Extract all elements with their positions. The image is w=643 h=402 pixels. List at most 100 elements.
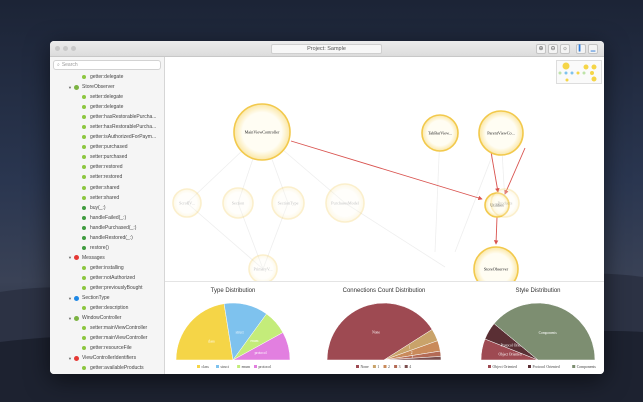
tree-item[interactable]: getter:notAuthorized	[50, 273, 164, 283]
type-slice-label: class	[208, 339, 216, 343]
tree-item[interactable]: handlePurchased(_:)	[50, 223, 164, 233]
graph-minimap[interactable]	[556, 60, 602, 84]
toolbar: ⊕ ⊖ ☼ ▍ ▁	[536, 44, 598, 54]
graph-node-primary[interactable]: PrimaryV...	[248, 254, 278, 284]
tree-item[interactable]: getter:hasRestorablePurcha...	[50, 112, 164, 122]
symbol-tree[interactable]: getter:delegate ▼ StoreObserver setter:dele…	[50, 72, 164, 373]
tree-item[interactable]: setter:delegate	[50, 92, 164, 102]
tree-item-label: handleFailed(_:)	[90, 214, 127, 221]
legend-swatch	[254, 365, 257, 368]
tree-item[interactable]: setter:mainViewController	[50, 323, 164, 333]
graph-node-products[interactable]: Products	[490, 188, 520, 218]
tree-item[interactable]: setter:shared	[50, 193, 164, 203]
graph-node-store[interactable]: StoreObserver	[473, 246, 519, 292]
tree-item[interactable]: setter:restored	[50, 172, 164, 182]
style-slice-label: Components	[539, 331, 558, 335]
member-icon	[82, 225, 86, 230]
tree-group[interactable]: ▼ WindowController	[50, 313, 164, 323]
member-icon	[82, 346, 86, 351]
minimize-window-button[interactable]	[63, 46, 68, 51]
node-label: TabBarView...	[428, 131, 452, 136]
legend-label: Components	[577, 365, 597, 369]
graph-node-purchases[interactable]: PurchasesModel	[325, 183, 365, 223]
tree-item-label: StoreObserver	[82, 84, 115, 91]
tree-item[interactable]: getter:delegate	[50, 72, 164, 82]
member-icon	[82, 95, 86, 100]
tree-item[interactable]: getter:delegate	[50, 102, 164, 112]
tree-group[interactable]: ▼ Messages	[50, 253, 164, 263]
member-icon	[82, 145, 86, 150]
tree-item-label: getter:delegate	[90, 104, 124, 111]
tree-item[interactable]: handleFailed(_:)	[50, 213, 164, 223]
close-window-button[interactable]	[55, 46, 60, 51]
tree-item[interactable]: getter:installing	[50, 263, 164, 273]
tree-group[interactable]: ▼ ViewControllerIdentifiers	[50, 353, 164, 363]
window-controls[interactable]	[55, 46, 76, 51]
connections-chart-title: Connections Count Distribution	[343, 288, 426, 294]
legend-label: 4	[409, 365, 411, 369]
tree-item-label: getter:mainViewController	[90, 335, 148, 342]
search-field[interactable]: ⌕ Search	[53, 60, 161, 70]
graph-canvas[interactable]: MainViewController TabBarView... ParentVie…	[165, 57, 604, 292]
tree-group[interactable]: ▼ SectionType	[50, 293, 164, 303]
tree-item[interactable]: setter:hasRestorablePurcha...	[50, 122, 164, 132]
tree-item[interactable]: getter:previouslyBought	[50, 283, 164, 293]
legend-label: None	[361, 365, 370, 369]
tree-item-label: getter:delegate	[90, 74, 124, 81]
tree-item[interactable]: getter:resourceFile	[50, 343, 164, 353]
tree-item[interactable]: getter:restored	[50, 162, 164, 172]
tree-item[interactable]: getter:shared	[50, 183, 164, 193]
member-icon	[82, 165, 86, 170]
tree-item[interactable]: getter:availableProducts	[50, 363, 164, 373]
toggle-bottom-panel-button[interactable]: ▁	[588, 44, 598, 54]
member-icon	[82, 205, 86, 210]
graph-node-section[interactable]: Section	[222, 187, 254, 219]
tree-group[interactable]: ▼ StoreObserver	[50, 82, 164, 92]
tree-item[interactable]: getter:purchased	[50, 142, 164, 152]
tree-item[interactable]: buy(_:)	[50, 203, 164, 213]
graph-node-scrollv[interactable]: ScrollV...	[172, 188, 202, 218]
member-icon	[82, 75, 86, 80]
graph-nodes[interactable]: MainViewController TabBarView... ParentVie…	[172, 103, 524, 292]
app-window: Project: Sample ⊕ ⊖ ☼ ▍ ▁ ⌕ Search gette…	[50, 41, 604, 374]
legend-label: protocol	[259, 365, 272, 369]
tree-item-label: setter:delegate	[90, 94, 124, 101]
legend-label: class	[202, 365, 210, 369]
zoom-window-button[interactable]	[71, 46, 76, 51]
legend-label: 3	[399, 365, 401, 369]
toggle-sidebar-button[interactable]: ▍	[576, 44, 586, 54]
tree-item[interactable]: getter:mainViewController	[50, 333, 164, 343]
node-label: PrimaryV...	[253, 267, 272, 272]
dependency-graph[interactable]: MainViewController TabBarView... ParentVie…	[165, 57, 604, 292]
node-label: Section	[232, 201, 245, 206]
tree-item-label: WindowController	[82, 315, 122, 322]
connections-slice-label: 1	[409, 345, 411, 349]
tree-item-label: handlePurchased(_:)	[90, 224, 137, 231]
title-bar: Project: Sample ⊕ ⊖ ☼ ▍ ▁	[50, 41, 604, 57]
graph-node-parent[interactable]: ParentViewCo...	[478, 110, 524, 156]
tree-item[interactable]: getter:isAuthorizedForPaym...	[50, 132, 164, 142]
node-label: PurchasesModel	[331, 201, 360, 206]
type-badge-icon	[74, 355, 79, 361]
tree-item-label: getter:purchased	[90, 144, 128, 151]
highlight-button[interactable]: ☼	[560, 44, 570, 54]
node-label: ParentViewCo...	[487, 131, 515, 136]
graph-node-tabbar[interactable]: TabBarView...	[421, 114, 459, 152]
type-slice[interactable]	[175, 303, 234, 361]
tree-item-label: SectionType	[82, 295, 110, 302]
member-icon	[82, 125, 86, 130]
tree-item[interactable]: setter:purchased	[50, 152, 164, 162]
zoom-in-button[interactable]: ⊕	[536, 44, 546, 54]
member-icon	[82, 185, 86, 190]
member-icon	[82, 286, 86, 290]
legend-swatch	[394, 365, 398, 368]
zoom-out-button[interactable]: ⊖	[548, 44, 558, 54]
lightbulb-icon: ☼	[562, 46, 568, 52]
legend-swatch	[488, 365, 491, 368]
tree-item[interactable]: handleRestored(_:)	[50, 233, 164, 243]
graph-node-main[interactable]: MainViewController	[233, 103, 291, 161]
graph-node-sectiontype[interactable]: SectionType	[271, 186, 305, 220]
tree-item[interactable]: getter:description	[50, 303, 164, 313]
type-badge-icon	[74, 295, 79, 301]
tree-item[interactable]: restore()	[50, 243, 164, 253]
